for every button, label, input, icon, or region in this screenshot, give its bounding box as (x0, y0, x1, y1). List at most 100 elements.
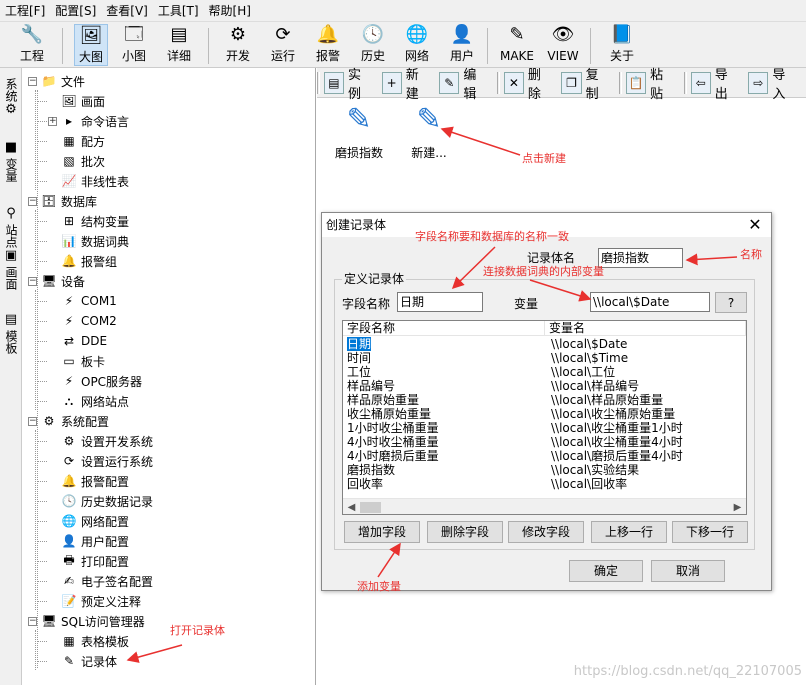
tree-node[interactable]: 🔔 报警组 (48, 251, 118, 271)
scrollbar-thumb[interactable] (360, 502, 381, 513)
toolbar-button-8[interactable]: 🕓 历史 (356, 24, 390, 66)
toolbar-button-1[interactable]: 🔧 工程 (18, 24, 46, 66)
annotation-field-same: 字段名称要和数据库的名称一致 (415, 230, 569, 243)
cancel-button[interactable]: 取消 (651, 560, 725, 582)
move-down-button[interactable]: 下移一行 (672, 521, 748, 543)
tree-node[interactable]: ⛬ 网络站点 (48, 391, 129, 411)
side-tab-3[interactable]: ⚲ 站点 (1, 206, 21, 248)
tree-node[interactable]: 📝 预定义注释 (48, 591, 142, 611)
tree-node[interactable]: 📈 非线性表 (48, 171, 130, 191)
close-icon[interactable]: ✕ (745, 215, 765, 235)
tree-node[interactable]: ⚡ COM2 (48, 311, 117, 331)
tree-node[interactable]: ▭ 板卡 (48, 351, 105, 371)
list-item[interactable]: 时间 \\local\$Time (347, 351, 742, 365)
list-item[interactable]: 4小时磨损后重量 \\local\磨损后重量4小时 (347, 449, 742, 463)
list-item[interactable]: 磨损指数 \\local\实验结果 (347, 463, 742, 477)
toolbar-button-4[interactable]: ▤ 详细 (162, 24, 196, 66)
list-item[interactable]: 1小时收尘桶重量 \\local\收尘桶重量1小时 (347, 421, 742, 435)
field-list[interactable]: 字段名称 变量名 日期 \\local\$Date 时间 \\local\$Time 工… (342, 320, 747, 515)
field-name-input[interactable]: 日期 (397, 292, 483, 312)
add-field-button[interactable]: 增加字段 (344, 521, 420, 543)
content-toolbar-button-6[interactable]: 📋 粘贴 (626, 68, 678, 102)
modify-field-button[interactable]: 修改字段 (508, 521, 584, 543)
content-toolbar-button-8[interactable]: ⇨ 导入 (748, 68, 800, 102)
menu-item[interactable]: 工具[T] (153, 0, 204, 22)
toolbar-button-5[interactable]: ⚙ 开发 (221, 24, 255, 66)
collapse-icon[interactable]: − (28, 416, 37, 426)
column-header-field-name[interactable]: 字段名称 (343, 321, 545, 335)
menu-item[interactable]: 工程[F] (0, 0, 50, 22)
tree-node[interactable]: ⚡ COM1 (48, 291, 117, 311)
tree-node[interactable]: 🕓 历史数据记录 (48, 491, 154, 511)
list-item[interactable]: 收尘桶原始重量 \\local\收尘桶原始重量 (347, 407, 742, 421)
tree-node[interactable]: − 📁 文件 (28, 71, 85, 91)
side-tab-4[interactable]: ▣ 画面 (1, 248, 21, 290)
move-up-button[interactable]: 上移一行 (591, 521, 667, 543)
list-item[interactable]: 日期 \\local\$Date (347, 337, 742, 351)
content-toolbar-button-5[interactable]: ❐ 复制 (561, 68, 613, 102)
content-toolbar-button-4[interactable]: ✕ 删除 (503, 68, 556, 102)
tree-node[interactable]: ⟳ 设置运行系统 (48, 451, 153, 471)
tree-node[interactable]: ⚙ 设置开发系统 (48, 431, 153, 451)
collapse-icon[interactable]: − (28, 76, 37, 86)
list-item[interactable]: 回收率 \\local\回收率 (347, 477, 742, 491)
toolbar-button-6[interactable]: ⟳ 运行 (266, 24, 300, 66)
delete-field-button[interactable]: 删除字段 (427, 521, 503, 543)
expand-icon[interactable]: + (48, 116, 57, 126)
collapse-icon[interactable]: − (28, 616, 37, 626)
toolbar-button-13[interactable]: 📘 关于 (605, 24, 639, 66)
tree-node[interactable]: ▦ 表格模板 (48, 631, 129, 651)
tree-node[interactable]: − 🗄 数据库 (28, 191, 97, 211)
column-header-variable-name[interactable]: 变量名 (545, 321, 746, 335)
content-toolbar-button-7[interactable]: ⇦ 导出 (690, 68, 743, 102)
card-new-record[interactable]: ✎ 新建... (399, 100, 459, 161)
side-tab-2[interactable]: ■ 变量 (1, 140, 21, 182)
content-toolbar-button-3[interactable]: ✎ 编辑 (439, 68, 491, 102)
list-item[interactable]: 样品原始重量 \\local\样品原始重量 (347, 393, 742, 407)
side-tab-1[interactable]: 系统 ⚙ (1, 76, 21, 118)
scroll-left-icon[interactable]: ◀ (343, 499, 360, 514)
card-record-wear-index[interactable]: ✎ 磨损指数 (329, 100, 389, 161)
tree-node[interactable]: 🖼 画面 (48, 91, 105, 111)
tree-node[interactable]: 🔔 报警配置 (48, 471, 130, 491)
tree-node[interactable]: − 🖥 SQL访问管理器 (28, 611, 145, 631)
toolbar-button-9[interactable]: 🌐 网络 (400, 24, 434, 66)
ok-button[interactable]: 确定 (569, 560, 643, 582)
list-item[interactable]: 样品编号 \\local\样品编号 (347, 379, 742, 393)
menu-item[interactable]: 配置[S] (50, 0, 101, 22)
tree-node[interactable]: ▦ 配方 (48, 131, 105, 151)
cell-field-name: 样品原始重量 (347, 393, 420, 407)
menu-item[interactable]: 帮助[H] (204, 0, 256, 22)
tree-node[interactable]: ⊞ 结构变量 (48, 211, 129, 231)
menu-item[interactable]: 查看[V] (101, 0, 153, 22)
list-item[interactable]: 4小时收尘桶重量 \\local\收尘桶重量4小时 (347, 435, 742, 449)
tree-node[interactable]: 👤 用户配置 (48, 531, 130, 551)
list-item[interactable]: 工位 \\local\工位 (347, 365, 742, 379)
toolbar-button-10[interactable]: 👤 用户 (445, 24, 479, 66)
toolbar-button-2[interactable]: 🖼 大图 (74, 24, 108, 66)
tree-node[interactable]: ⇄ DDE (48, 331, 107, 351)
tree-node[interactable]: ▧ 批次 (48, 151, 105, 171)
browse-variable-button[interactable]: ? (715, 292, 747, 313)
tree-node[interactable]: 🖶 打印配置 (48, 551, 129, 571)
toolbar-button-3[interactable]: 🗔 小图 (117, 24, 151, 66)
tree-node[interactable]: ✎ 记录体 (48, 651, 117, 671)
tree-node[interactable]: ✍ 电子签名配置 (48, 571, 153, 591)
tree-node[interactable]: − ⚙ 系统配置 (28, 411, 109, 431)
content-toolbar-button-1[interactable]: ▤ 实例 (323, 68, 376, 102)
tree-node[interactable]: 🌐 网络配置 (48, 511, 130, 531)
tree-node[interactable]: 📊 数据词典 (48, 231, 130, 251)
horizontal-scrollbar[interactable]: ◀ ▶ (343, 498, 746, 514)
collapse-icon[interactable]: − (28, 196, 37, 206)
toolbar-button-11[interactable]: ✎ MAKE (499, 24, 535, 66)
toolbar-button-12[interactable]: 👁 VIEW (545, 24, 581, 66)
side-tab-5[interactable]: ▤ 模板 (1, 312, 21, 354)
scroll-right-icon[interactable]: ▶ (729, 499, 746, 514)
toolbar-button-7[interactable]: 🔔 报警 (311, 24, 345, 66)
tree-node[interactable]: ⚡ OPC服务器 (48, 371, 142, 391)
content-toolbar-button-2[interactable]: + 新建 (381, 68, 434, 102)
collapse-icon[interactable]: − (28, 276, 37, 286)
record-name-input[interactable]: 磨损指数 (598, 248, 683, 268)
tree-node[interactable]: + ▸ 命令语言 (48, 111, 129, 131)
variable-input[interactable]: \\local\$Date (590, 292, 710, 312)
